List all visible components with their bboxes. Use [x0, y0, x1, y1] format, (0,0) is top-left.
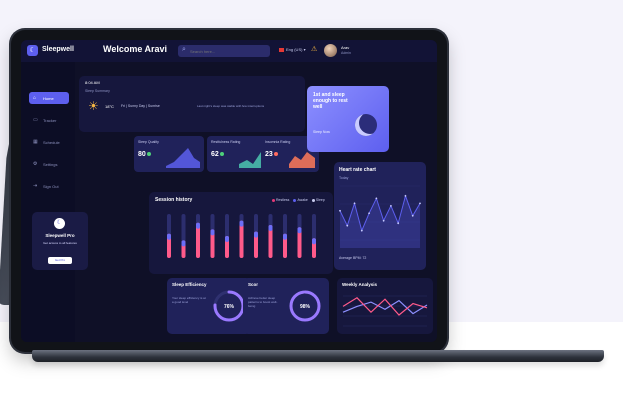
- heart-point: [360, 229, 363, 232]
- session-bar-cap: [297, 227, 302, 234]
- session-bar-cap: [181, 240, 186, 247]
- heart-point: [419, 202, 421, 205]
- score-desc: Achieve better sleep patterns to boost w…: [248, 296, 278, 308]
- tracker-icon: ▭: [33, 117, 38, 123]
- summary-label: Sleep Summary: [85, 89, 110, 93]
- keyboard-base: [32, 350, 604, 362]
- sidebar-item-schedule[interactable]: ▦ Schedule: [29, 136, 69, 148]
- logout-icon: ⇥: [33, 183, 38, 189]
- session-bar-cap: [312, 238, 316, 245]
- search-input[interactable]: [190, 46, 266, 56]
- sidebar: ⌂ Home ▭ Tracker ▦ Schedule ⚙ Settings ⇥ Sign…: [21, 62, 75, 342]
- heart-point: [375, 197, 378, 200]
- bell-icon[interactable]: ⚠: [311, 45, 317, 53]
- session-bar-cap: [283, 233, 287, 240]
- sidebar-item-tracker[interactable]: ▭ Tracker: [29, 114, 69, 126]
- pro-promo-card: ☾ Sleepwell Pro Get access to all featur…: [32, 212, 88, 270]
- efficiency-desc: Your sleep efficiency is at a good level: [172, 296, 206, 304]
- logo-icon: ☾: [27, 45, 38, 56]
- search-box[interactable]: ⌕: [178, 45, 270, 57]
- language-label: Eng (US): [286, 47, 303, 52]
- weekly-line-b: [342, 299, 428, 315]
- session-bar-cap: [239, 220, 244, 227]
- weather-description: Fri | Sunny Day | Sunrise: [121, 104, 160, 108]
- session-bar-cap: [225, 236, 229, 242]
- tablet-device: ☾ Sleepwell Welcome Aravi ⌕ Eng (US) ▾ ⚠…: [11, 30, 447, 352]
- score-card: Scor Achieve better sleep patterns to bo…: [243, 278, 329, 334]
- sidebar-item-settings[interactable]: ⚙ Settings: [29, 158, 69, 170]
- sidebar-item-home[interactable]: ⌂ Home: [29, 92, 69, 104]
- temperature: 18°C: [105, 104, 114, 109]
- gear-icon: ⚙: [33, 161, 38, 167]
- mini-card-label: Sleep Quality: [138, 140, 159, 144]
- mini-card-value: 23: [265, 151, 278, 158]
- sleep-quality-sparkline: [166, 148, 200, 168]
- status-dot: [146, 152, 151, 157]
- heart-rate-card: Heart rate chart Today Average BPM: 72: [334, 162, 426, 270]
- efficiency-title: Sleep Efficiency: [172, 282, 207, 287]
- dashboard-screen: ☾ Sleepwell Welcome Aravi ⌕ Eng (US) ▾ ⚠…: [21, 40, 437, 342]
- mini-card-label: Restfulness Rating: [211, 140, 241, 144]
- heart-point: [353, 202, 356, 205]
- sidebar-item-sign-out[interactable]: ⇥ Sign Out: [29, 180, 69, 192]
- promo-subtitle: Get access to all features: [43, 241, 77, 245]
- weekly-line-chart: [342, 295, 428, 327]
- sleep-hero-card[interactable]: 1st and sleep enough to rest well Sleep …: [307, 86, 389, 152]
- heart-point: [390, 204, 392, 207]
- heart-point: [368, 212, 370, 215]
- page-title: Welcome Aravi: [103, 44, 168, 54]
- mini-card-value: 80: [138, 151, 151, 158]
- heart-point: [411, 214, 414, 217]
- sleep-quality-card[interactable]: Sleep Quality 80: [134, 136, 204, 172]
- mini-card-value: 62: [211, 151, 224, 158]
- session-bar-cap: [167, 233, 171, 240]
- user-role: Admin: [341, 51, 351, 55]
- heart-point: [382, 219, 385, 222]
- weather-row: ☀ 18°C Fri | Sunny Day | Sunrise Last ni…: [85, 99, 265, 115]
- sleep-efficiency-card: Sleep Efficiency Your sleep efficiency i…: [167, 278, 251, 334]
- session-bar-cap: [196, 222, 200, 229]
- session-bar-cap: [268, 225, 273, 231]
- promo-title: Sleepwell Pro: [45, 233, 75, 238]
- home-icon: ⌂: [33, 95, 37, 101]
- current-time: 8:04 AM: [85, 80, 100, 85]
- top-bar: ☾ Sleepwell Welcome Aravi ⌕ Eng (US) ▾ ⚠…: [21, 40, 437, 62]
- heart-point: [339, 209, 341, 212]
- score-title: Scor: [248, 282, 259, 287]
- heart-point: [346, 224, 349, 227]
- language-selector[interactable]: Eng (US) ▾: [279, 47, 306, 52]
- heart-rate-chart: [339, 185, 421, 248]
- sleep-summary-card: 8:04 AM Sleep Summary ☀ 18°C Fri | Sunny…: [79, 76, 305, 132]
- session-bar-cap: [254, 231, 258, 238]
- calendar-icon: ▦: [33, 139, 38, 145]
- status-dot: [219, 152, 224, 157]
- session-bar-cap: [210, 229, 215, 236]
- sleep-now-link[interactable]: Sleep Now: [313, 130, 330, 134]
- status-dot: [273, 152, 278, 157]
- heart-point: [397, 222, 400, 225]
- hero-title: 1st and sleep enough to rest well: [313, 92, 348, 110]
- weather-message: Last night's sleep was stable with few i…: [197, 104, 265, 108]
- weekly-title: Weekly Analysis: [342, 282, 378, 287]
- efficiency-value: 76%: [223, 304, 234, 310]
- search-icon: ⌕: [182, 46, 186, 53]
- flag-icon: [279, 47, 284, 52]
- get-pro-button[interactable]: Get Pro: [48, 257, 72, 264]
- sun-icon: ☀: [88, 99, 99, 113]
- heart-average: Average BPM: 72: [339, 256, 367, 260]
- avatar[interactable]: [324, 44, 337, 57]
- heart-point: [404, 195, 407, 197]
- session-bars-chart: [167, 214, 316, 258]
- score-value: 98%: [299, 304, 310, 310]
- session-history-card: Session history Restless Awake Sleep: [149, 192, 333, 274]
- user-name: Arav: [341, 45, 350, 50]
- app-name: Sleepwell: [42, 46, 74, 53]
- mini-card-label: Insomnia Rating: [265, 140, 291, 144]
- moon-icon: ☾: [54, 218, 65, 229]
- moon-illustration-icon: [355, 114, 377, 136]
- weekly-analysis-card: Weekly Analysis: [337, 278, 433, 334]
